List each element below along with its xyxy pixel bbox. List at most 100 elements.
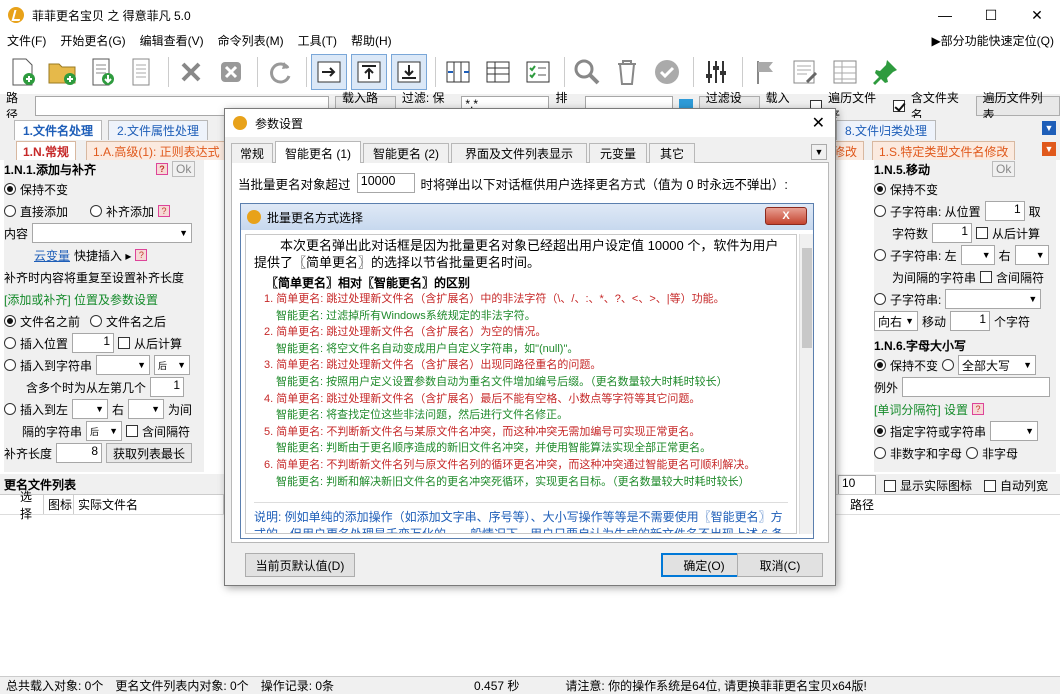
- ok-button[interactable]: Ok: [172, 161, 196, 177]
- grid-icon[interactable]: [480, 54, 516, 90]
- gap-back-select[interactable]: 后 ▼: [86, 421, 123, 441]
- insert-pos-spin[interactable]: 1: [72, 333, 115, 353]
- column-swap-icon[interactable]: [440, 54, 476, 90]
- dialog-close-icon[interactable]: ✕: [812, 113, 825, 133]
- col-actual-name[interactable]: 实际文件名: [74, 495, 224, 514]
- right-select[interactable]: ▼: [128, 399, 165, 419]
- menu-command-list[interactable]: 命令列表(M): [211, 32, 291, 49]
- pin-icon[interactable]: [867, 54, 903, 90]
- confirm-check-icon[interactable]: [649, 54, 685, 90]
- delete-x-icon[interactable]: [173, 54, 209, 90]
- scroll-thumb[interactable]: [802, 248, 812, 348]
- edit-document-icon[interactable]: [787, 54, 823, 90]
- col-icon[interactable]: 图标: [44, 495, 74, 514]
- specified-select[interactable]: ▼: [990, 421, 1039, 441]
- menu-edit-view[interactable]: 编辑查看(V): [133, 32, 211, 49]
- move-bottom-icon[interactable]: [391, 54, 427, 90]
- menu-start-rename[interactable]: 开始更名(G): [53, 32, 132, 49]
- cancel-button[interactable]: 取消(C): [737, 553, 823, 577]
- specified-radio[interactable]: [874, 425, 886, 437]
- flag-icon[interactable]: [747, 54, 783, 90]
- menu-help[interactable]: 帮助(H): [344, 32, 399, 49]
- back-select[interactable]: 后 ▼: [154, 355, 191, 375]
- auto-width-checkbox[interactable]: [984, 479, 997, 492]
- threshold-spin[interactable]: 10000: [356, 173, 415, 193]
- tab-file-attributes[interactable]: 2.文件属性处理: [108, 120, 209, 140]
- tab-advanced-regex[interactable]: 1.A.高级(1): 正则表达式: [86, 141, 227, 160]
- quick-insert-link[interactable]: 快捷插入 ▸: [74, 247, 131, 264]
- ok-button[interactable]: 确定(O): [661, 553, 747, 577]
- reset-defaults-button[interactable]: 当前页默认值(D): [245, 553, 355, 577]
- substr-pos-spin[interactable]: 1: [984, 201, 1025, 221]
- table-icon[interactable]: [827, 54, 863, 90]
- tab-filename-processing[interactable]: 1.文件名处理: [14, 120, 103, 140]
- tab-meta-variables[interactable]: 元变量: [589, 143, 647, 163]
- import-list-icon[interactable]: [84, 54, 120, 90]
- non-letter-radio[interactable]: [966, 447, 979, 459]
- batch-close-button[interactable]: X: [765, 207, 807, 225]
- direction-select[interactable]: 向右 ▼: [874, 311, 918, 331]
- col-select[interactable]: 选择: [16, 490, 44, 521]
- content-select[interactable]: ▼: [32, 223, 193, 243]
- tab-other[interactable]: 其它: [649, 143, 695, 163]
- export-list-icon[interactable]: [124, 54, 160, 90]
- search-icon[interactable]: [569, 54, 605, 90]
- subtab-scroll-icon[interactable]: ▼: [1042, 142, 1056, 156]
- cloud-var-link[interactable]: 云变量: [34, 247, 70, 264]
- move-top-icon[interactable]: [351, 54, 387, 90]
- insert-pos-radio[interactable]: [4, 337, 16, 349]
- tab-file-classify[interactable]: 8.文件归类处理: [836, 120, 937, 140]
- from-end-checkbox[interactable]: [118, 337, 131, 349]
- show-icon-checkbox[interactable]: [884, 479, 896, 492]
- before-name-radio[interactable]: [4, 315, 16, 327]
- col-path[interactable]: 路径: [846, 495, 1046, 514]
- multi-spin[interactable]: 1: [150, 377, 185, 397]
- tab-scroll-icon[interactable]: ▼: [811, 144, 827, 160]
- adjust-sliders-icon[interactable]: [698, 54, 734, 90]
- help-icon[interactable]: ?: [135, 249, 148, 261]
- list-count-input[interactable]: 10: [838, 475, 876, 495]
- pad-add-radio[interactable]: [90, 205, 103, 217]
- non-alnum-radio[interactable]: [874, 447, 886, 459]
- traverse-list-button[interactable]: 遍历文件列表: [975, 91, 1060, 122]
- clear-icon[interactable]: [213, 54, 249, 90]
- menu-tools[interactable]: 工具(T): [291, 32, 344, 49]
- help-icon[interactable]: ?: [158, 205, 171, 217]
- insert-str-select[interactable]: ▼: [96, 355, 151, 375]
- quick-position-menu[interactable]: ▶部分功能快速定位(Q): [931, 32, 1054, 49]
- insert-to-str-radio[interactable]: [4, 359, 16, 371]
- checklist-icon[interactable]: [520, 54, 556, 90]
- contains-gap-checkbox[interactable]: [126, 425, 139, 437]
- case-upper-radio[interactable]: [942, 359, 955, 371]
- ok-button[interactable]: Ok: [992, 161, 1016, 177]
- batch-scrollbar[interactable]: [799, 234, 813, 534]
- tab-special-type[interactable]: 1.S.特定类型文件名修改: [872, 141, 1016, 160]
- left-select[interactable]: ▼: [72, 399, 109, 419]
- tab-general-settings[interactable]: 常规: [231, 143, 273, 163]
- tab-smart-rename-1[interactable]: 智能更名 (1): [275, 141, 361, 164]
- menu-file[interactable]: 文件(F): [0, 32, 53, 49]
- close-icon[interactable]: ✕: [1014, 0, 1060, 30]
- substr-right-select[interactable]: ▼: [1014, 245, 1049, 265]
- case-select[interactable]: 全部大写 ▼: [958, 355, 1037, 375]
- get-longest-button[interactable]: 获取列表最长: [106, 443, 193, 463]
- refresh-icon[interactable]: [262, 54, 298, 90]
- include-folder-checkbox[interactable]: [892, 100, 905, 112]
- tab-interface-list[interactable]: 界面及文件列表显示: [451, 143, 587, 163]
- help-icon[interactable]: ?: [156, 163, 169, 175]
- substr-pos-radio[interactable]: [874, 205, 886, 217]
- substr2-radio[interactable]: [874, 293, 886, 305]
- direct-add-radio[interactable]: [4, 205, 16, 217]
- substr2-select[interactable]: ▼: [945, 289, 1042, 309]
- move-keep-radio[interactable]: [874, 183, 886, 195]
- move-right-icon[interactable]: [311, 54, 347, 90]
- tab-smart-rename-2[interactable]: 智能更名 (2): [363, 143, 449, 163]
- case-keep-radio[interactable]: [874, 359, 886, 371]
- except-input[interactable]: [902, 377, 1051, 397]
- maximize-icon[interactable]: ☐: [968, 0, 1014, 30]
- substr-left-radio[interactable]: [874, 249, 886, 261]
- keep-radio[interactable]: [4, 183, 16, 195]
- pad-length-spin[interactable]: 8: [56, 443, 103, 463]
- new-file-icon[interactable]: [4, 54, 40, 90]
- open-folder-icon[interactable]: [44, 54, 80, 90]
